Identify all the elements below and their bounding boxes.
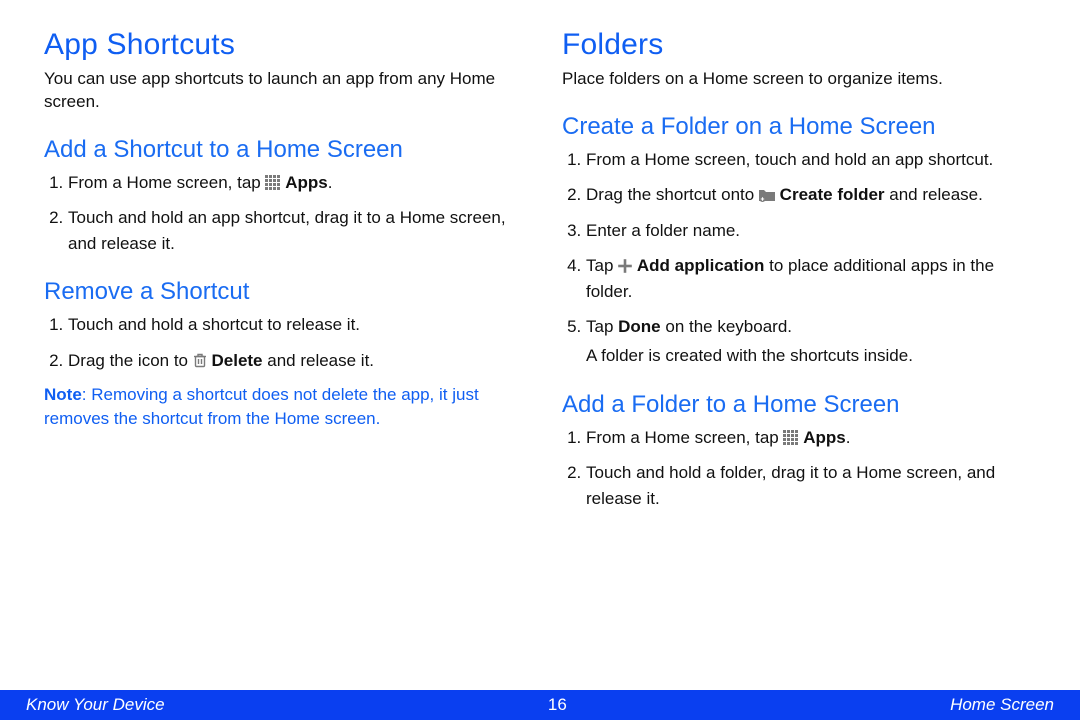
- heading-add-shortcut: Add a Shortcut to a Home Screen: [44, 136, 522, 164]
- create-folder-icon: [759, 184, 775, 198]
- step: From a Home screen, tap Apps.: [586, 425, 1040, 451]
- add-application-label: Add application: [637, 256, 765, 275]
- steps-create-folder: From a Home screen, touch and hold an ap…: [562, 147, 1040, 369]
- step: From a Home screen, tap Apps.: [68, 170, 522, 196]
- create-folder-label: Create folder: [780, 185, 885, 204]
- delete-label: Delete: [211, 351, 262, 370]
- text: Drag the shortcut onto: [586, 185, 759, 204]
- heading-add-folder: Add a Folder to a Home Screen: [562, 391, 1040, 419]
- step: Touch and hold a folder, drag it to a Ho…: [586, 460, 1040, 511]
- step: Tap Add application to place additional …: [586, 253, 1040, 304]
- text: Drag the icon to: [68, 351, 193, 370]
- text: From a Home screen, tap: [586, 428, 783, 447]
- apps-label: Apps: [285, 173, 328, 192]
- step: Touch and hold an app shortcut, drag it …: [68, 205, 522, 256]
- text: From a Home screen, tap: [68, 173, 265, 192]
- text: .: [328, 173, 333, 192]
- steps-add-shortcut: From a Home screen, tap Apps. Touch and …: [44, 170, 522, 257]
- steps-add-folder: From a Home screen, tap Apps. Touch and …: [562, 425, 1040, 512]
- step: Drag the shortcut onto Create folder and…: [586, 182, 1040, 208]
- footer-left: Know Your Device: [26, 695, 165, 715]
- apps-label: Apps: [803, 428, 846, 447]
- apps-grid-icon: [265, 175, 280, 190]
- left-column: App Shortcuts You can use app shortcuts …: [44, 28, 522, 521]
- apps-grid-icon: [783, 430, 798, 445]
- text: Tap: [586, 317, 618, 336]
- text: and release it.: [263, 351, 375, 370]
- footer-right: Home Screen: [950, 695, 1054, 715]
- note-label: Note: [44, 385, 82, 404]
- text: .: [846, 428, 851, 447]
- step: Enter a folder name.: [586, 218, 1040, 244]
- page-footer: Know Your Device 16 Home Screen: [0, 690, 1080, 720]
- note-body: : Removing a shortcut does not delete th…: [44, 385, 479, 428]
- footer-page-number: 16: [548, 695, 567, 715]
- text: and release.: [885, 185, 983, 204]
- note-remove-shortcut: Note: Removing a shortcut does not delet…: [44, 383, 522, 431]
- heading-create-folder: Create a Folder on a Home Screen: [562, 113, 1040, 141]
- result-text: A folder is created with the shortcuts i…: [586, 344, 1040, 369]
- step: From a Home screen, touch and hold an ap…: [586, 147, 1040, 173]
- step: Tap Done on the keyboard. A folder is cr…: [586, 314, 1040, 368]
- plus-icon: [618, 255, 632, 269]
- two-column-layout: App Shortcuts You can use app shortcuts …: [0, 0, 1080, 521]
- text: Tap: [586, 256, 618, 275]
- done-label: Done: [618, 317, 661, 336]
- right-column: Folders Place folders on a Home screen t…: [562, 28, 1040, 521]
- intro-app-shortcuts: You can use app shortcuts to launch an a…: [44, 68, 522, 114]
- trash-icon: [193, 350, 207, 366]
- heading-folders: Folders: [562, 28, 1040, 62]
- intro-folders: Place folders on a Home screen to organi…: [562, 68, 1040, 91]
- heading-app-shortcuts: App Shortcuts: [44, 28, 522, 62]
- heading-remove-shortcut: Remove a Shortcut: [44, 278, 522, 306]
- step: Touch and hold a shortcut to release it.: [68, 312, 522, 338]
- text: on the keyboard.: [661, 317, 792, 336]
- step: Drag the icon to Delete and release it.: [68, 348, 522, 374]
- manual-page: App Shortcuts You can use app shortcuts …: [0, 0, 1080, 720]
- steps-remove-shortcut: Touch and hold a shortcut to release it.…: [44, 312, 522, 373]
